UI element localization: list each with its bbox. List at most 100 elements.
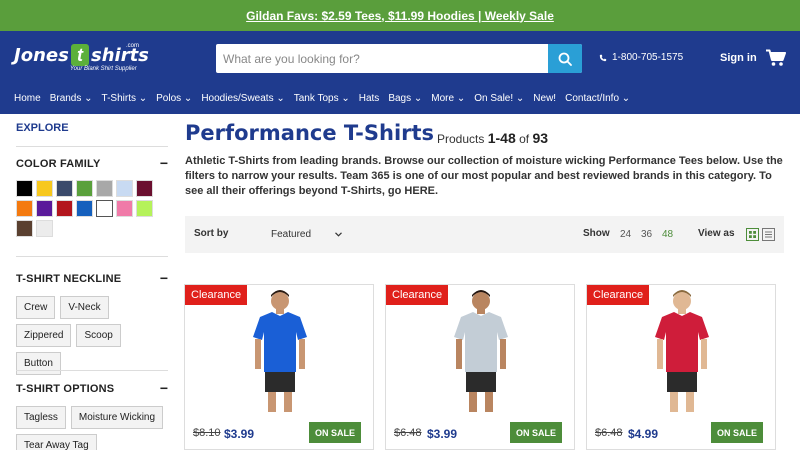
color-swatch[interactable] [96,200,113,217]
color-swatch[interactable] [16,180,33,197]
nav-polos[interactable]: Polos ⌄ [156,93,192,104]
original-price: $6.48 [394,427,422,439]
on-sale-badge: ON SALE [510,422,563,443]
filter-chip-button[interactable]: Button [16,352,61,375]
original-price: $6.48 [595,427,623,439]
color-swatch[interactable] [16,220,33,237]
nav-bags[interactable]: Bags ⌄ [388,93,422,104]
color-swatch[interactable] [116,180,133,197]
product-count-range: 1-48 [487,130,516,146]
promo-link[interactable]: Gildan Favs: $2.59 Tees, $11.99 Hoodies … [246,9,554,23]
collapse-color-family-icon[interactable]: − [160,155,168,171]
logo-dotcom: .com [126,43,140,49]
color-swatch[interactable] [36,220,53,237]
category-description: Athletic T-Shirts from leading brands. B… [185,155,783,197]
nav-contact-info[interactable]: Contact/Info ⌄ [565,93,630,104]
color-swatch[interactable] [56,200,73,217]
sort-value: Featured [271,229,312,240]
nav-hoodies-sweats[interactable]: Hoodies/Sweats ⌄ [201,93,284,104]
color-swatch[interactable] [116,200,133,217]
product-image[interactable] [235,287,325,413]
page-title: Performance T-Shirts [185,121,435,145]
on-sale-badge: ON SALE [309,422,362,443]
show-label: Show [583,228,610,239]
nav-more[interactable]: More ⌄ [431,93,465,104]
product-count-total: 93 [532,130,549,146]
search-input[interactable] [216,44,548,73]
option-filters: Tagless Moisture Wicking Tear Away Tag [16,406,168,450]
divider [16,370,168,371]
sort-label: Sort by [194,228,229,239]
collapse-neckline-icon[interactable]: − [160,270,168,286]
cart-icon[interactable] [766,49,786,67]
phone-number: 1-800-705-1575 [612,52,684,63]
color-swatches [16,180,156,237]
collapse-options-icon[interactable]: − [160,380,168,396]
sign-in-link[interactable]: Sign in [720,52,757,64]
neckline-heading[interactable]: T-SHIRT NECKLINE [16,273,121,285]
color-swatch[interactable] [76,180,93,197]
phone-icon [599,54,607,61]
filter-chip-zippered[interactable]: Zippered [16,324,72,347]
options-heading[interactable]: T-SHIRT OPTIONS [16,383,114,395]
list-view-icon[interactable] [762,228,775,241]
search-bar [216,44,582,73]
original-price: $8.10 [193,427,221,439]
promo-bar: Gildan Favs: $2.59 Tees, $11.99 Hoodies … [0,0,800,31]
filter-chip-scoop[interactable]: Scoop [76,324,121,347]
color-swatch[interactable] [76,200,93,217]
nav-new[interactable]: New! [533,93,556,104]
chevron-down-icon [335,232,342,237]
product-card[interactable]: Clearance $6.48 $4.99 ON SALE [586,284,776,450]
nav-t-shirts[interactable]: T-Shirts ⌄ [102,93,148,104]
logo-jones: Jones [14,45,69,66]
neckline-options: Crew V-Neck Zippered Scoop Button [16,296,168,375]
color-swatch[interactable] [16,200,33,217]
main-nav: Home Brands ⌄ T-Shirts ⌄ Polos ⌄ Hoodies… [0,88,800,108]
logo-tagline: Your Blank Shirt Supplier [70,66,137,72]
sale-price: $3.99 [427,427,458,441]
nav-hats[interactable]: Hats [359,93,380,104]
logo-t-badge: t [71,44,89,66]
filter-chip-tagless[interactable]: Tagless [16,406,66,429]
logo-shirts: shirts [91,45,149,66]
show-24[interactable]: 24 [620,229,631,240]
show-36[interactable]: 36 [641,229,652,240]
filter-chip-crew[interactable]: Crew [16,296,56,319]
color-swatch[interactable] [136,200,153,217]
site-logo[interactable]: Jones t shirts .com Your Blank Shirt Sup… [14,43,149,77]
view-as-label: View as [698,228,735,239]
nav-tank-tops[interactable]: Tank Tops ⌄ [294,93,350,104]
nav-on-sale[interactable]: On Sale! ⌄ [474,93,524,104]
color-swatch[interactable] [36,180,53,197]
filter-chip-v-neck[interactable]: V-Neck [60,296,109,319]
color-swatch[interactable] [36,200,53,217]
grid-view-icon[interactable] [746,228,759,241]
sale-price: $3.99 [224,427,255,441]
color-family-heading[interactable]: COLOR FAMILY [16,158,101,170]
filter-chip-tear-away-tag[interactable]: Tear Away Tag [16,434,97,450]
product-image[interactable] [436,287,526,413]
search-button[interactable] [548,44,582,73]
color-swatch[interactable] [136,180,153,197]
phone-link[interactable]: 1-800-705-1575 [599,52,683,63]
product-count-prefix: Products [437,132,485,146]
sort-select[interactable]: Featured [271,222,343,247]
nav-home[interactable]: Home [14,93,41,104]
product-card[interactable]: Clearance $6.48 $3.99 ON SALE [385,284,575,450]
product-count: Products 1-48 of 93 [437,130,548,146]
product-count-of: of [519,132,530,146]
explore-heading[interactable]: EXPLORE [16,122,69,134]
divider [16,146,168,147]
filter-chip-moisture-wicking[interactable]: Moisture Wicking [70,406,164,429]
divider [16,256,168,257]
color-swatch[interactable] [56,180,73,197]
sale-price: $4.99 [628,427,659,441]
product-card[interactable]: Clearance $8.10 $3.99 ON SALE [184,284,374,450]
nav-brands[interactable]: Brands ⌄ [50,93,93,104]
on-sale-badge: ON SALE [711,422,764,443]
color-swatch[interactable] [96,180,113,197]
search-icon [558,52,572,66]
show-48[interactable]: 48 [662,229,673,240]
product-image[interactable] [637,287,727,413]
